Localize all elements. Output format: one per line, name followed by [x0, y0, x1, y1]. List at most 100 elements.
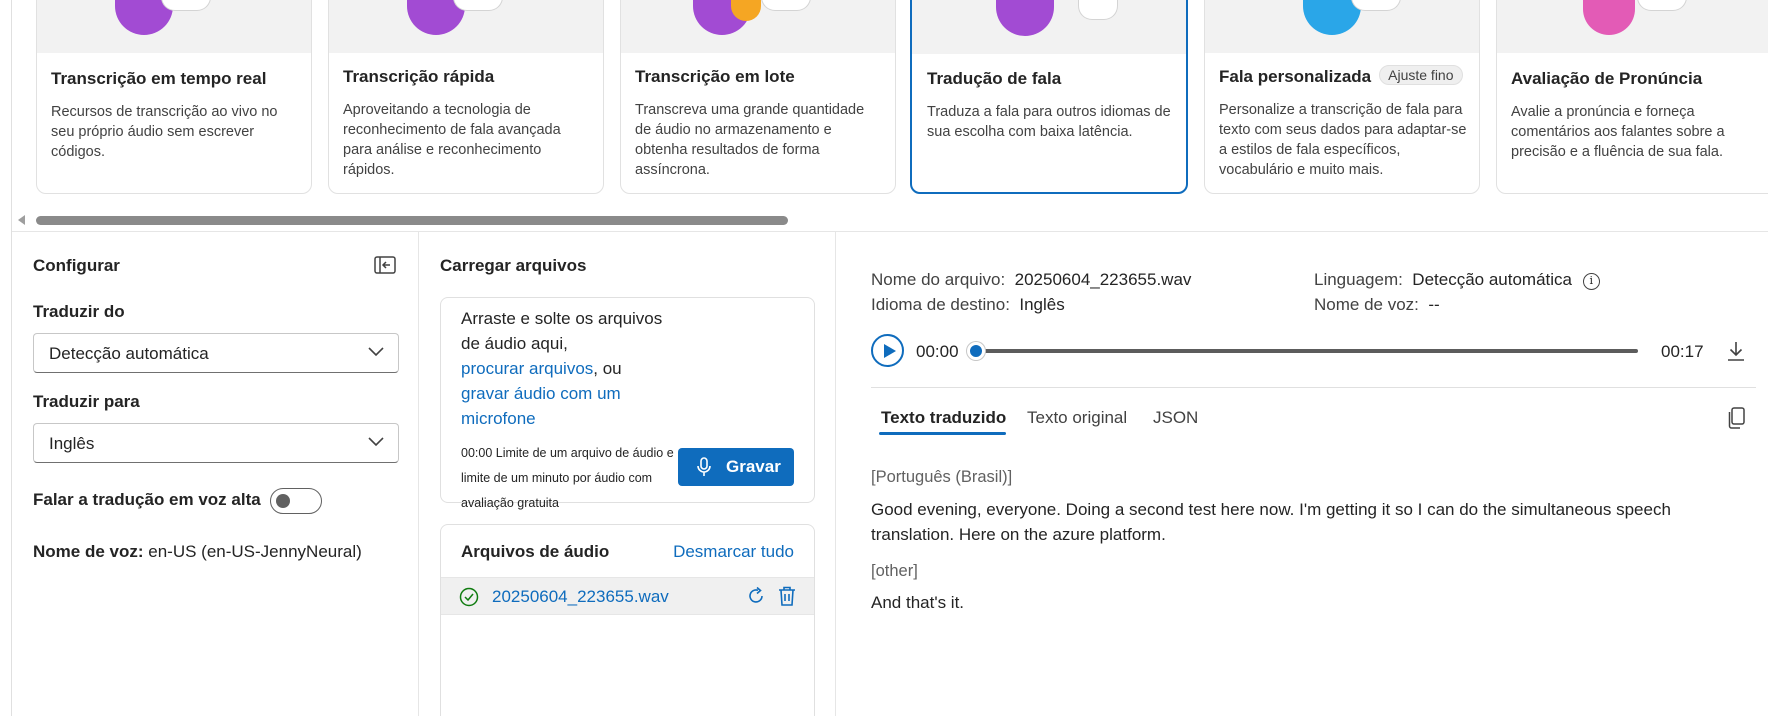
tab-original-text[interactable]: Texto original [1027, 408, 1127, 428]
delete-icon[interactable] [777, 585, 797, 607]
segment-language: [Português (Brasil)] [871, 468, 1013, 486]
pronunciation-art-icon [1583, 0, 1635, 35]
speech-bubble-icon [1637, 0, 1687, 11]
active-tab-indicator [879, 432, 1006, 435]
card-fast-transcription[interactable]: Transcrição rápida Aproveitando a tecnol… [328, 0, 604, 194]
speech-bubble-icon [161, 0, 211, 11]
card-title: Fala personalizada Ajuste fino [1219, 65, 1463, 87]
waveform-art-icon [1303, 0, 1361, 35]
drop-instructions: Arraste e solte os arquivos de áudio aqu… [461, 309, 663, 353]
speech-bubble-icon [453, 0, 503, 11]
card-description: Aproveitando a tecnologia de reconhecime… [343, 102, 561, 178]
scrollbar-thumb[interactable] [36, 216, 788, 225]
card-title: Tradução de fala [927, 69, 1062, 88]
card-title-text: Fala personalizada [1219, 67, 1372, 86]
translate-from-dropdown[interactable]: Detecção automática [33, 333, 399, 373]
fine-tune-badge: Ajuste fino [1379, 65, 1463, 85]
card-description: Avalie a pronúncia e forneça comentários… [1511, 104, 1725, 160]
record-audio-link[interactable]: gravar áudio com um microfone [461, 384, 621, 428]
card-thumbnail [621, 0, 895, 53]
playback-track[interactable] [974, 349, 1638, 353]
target-language-value: Inglês [1019, 295, 1065, 314]
audio-drop-zone[interactable]: Arraste e solte os arquivos de áudio aqu… [440, 297, 815, 510]
card-custom-speech[interactable]: Fala personalizada Ajuste fino Personaliz… [1204, 0, 1480, 194]
segment-language: [other] [871, 562, 918, 580]
download-icon[interactable] [1727, 341, 1745, 361]
panel-divider [418, 231, 419, 716]
section-divider [12, 231, 1768, 232]
result-target-language: Idioma de destino: Inglês [871, 295, 1065, 315]
voice-name-value: -- [1428, 295, 1440, 314]
speech-bubble-icon [1351, 0, 1401, 11]
collapse-panel-icon[interactable] [374, 256, 396, 274]
config-panel-title: Configurar [33, 256, 120, 275]
card-thumbnail [37, 0, 311, 53]
result-file-name: Nome do arquivo: 20250604_223655.wav [871, 270, 1191, 290]
toggle-knob [276, 494, 290, 508]
card-thumbnail [912, 0, 1186, 54]
card-description: Recursos de transcrição ao vivo no seu p… [51, 104, 278, 160]
audio-files-title: Arquivos de áudio [461, 542, 610, 561]
card-realtime-transcription[interactable]: Transcrição em tempo real Recursos de tr… [36, 0, 312, 194]
segment-text: Good evening, everyone. Doing a second t… [871, 500, 1671, 544]
audio-player: 00:00 00:17 [871, 334, 1744, 370]
segment-text: And that's it. [871, 593, 965, 612]
play-icon [884, 344, 896, 358]
unselect-all-link[interactable]: Desmarcar tudo [673, 542, 794, 562]
config-voice-name: Nome de voz: en-US (en-US-JennyNeural) [33, 542, 362, 562]
file-name-label: Nome do arquivo: [871, 270, 1006, 289]
card-thumbnail [329, 0, 603, 53]
card-thumbnail [1497, 0, 1768, 53]
card-description: Personalize a transcrição de fala para t… [1219, 102, 1467, 178]
file-name-value: 20250604_223655.wav [1014, 270, 1192, 289]
record-button[interactable]: Gravar [678, 448, 794, 486]
browse-files-link[interactable]: procurar arquivos [461, 359, 593, 378]
panel-divider [835, 231, 836, 716]
total-time: 00:17 [1661, 342, 1704, 361]
result-language: Linguagem: Detecção automática i [1314, 270, 1600, 290]
card-batch-transcription[interactable]: Transcrição em lote Transcreva uma grand… [620, 0, 896, 194]
left-edge-strip [0, 0, 12, 716]
translate-from-label: Traduzir do [33, 302, 125, 321]
card-speech-translation[interactable]: Tradução de fala Traduza a fala para out… [910, 0, 1188, 194]
tab-translated-text[interactable]: Texto traduzido [881, 408, 1006, 428]
speech-bubble-icon [761, 0, 811, 11]
chevron-down-icon [368, 347, 384, 357]
card-title: Avaliação de Pronúncia [1511, 69, 1703, 88]
scroll-left-arrow-icon[interactable] [18, 215, 25, 225]
microphone-icon [697, 457, 711, 476]
translate-to-value: Inglês [49, 434, 95, 453]
speak-translation-toggle[interactable] [270, 488, 322, 514]
tab-json[interactable]: JSON [1153, 408, 1198, 428]
language-label: Linguagem: [1314, 270, 1403, 289]
translate-from-value: Detecção automática [49, 344, 209, 363]
voice-name-label: Nome de voz: [1314, 295, 1419, 314]
language-value: Detecção automática [1412, 270, 1572, 289]
free-tier-limit-note: 00:00 Limite de um arquivo de áudio e li… [461, 446, 674, 510]
card-title: Transcrição em lote [635, 67, 795, 86]
playback-scrubber[interactable] [967, 342, 985, 360]
audio-file-row[interactable]: 20250604_223655.wav [441, 577, 814, 615]
audio-files-list: Arquivos de áudio Desmarcar tudo 2025060… [440, 524, 815, 716]
player-separator [871, 387, 1756, 388]
play-button[interactable] [871, 334, 904, 367]
copy-icon[interactable] [1728, 407, 1746, 429]
drop-zone-text: Arraste e solte os arquivos de áudio aqu… [461, 306, 681, 431]
card-pronunciation-assessment[interactable]: Avaliação de Pronúncia Avalie a pronúnci… [1496, 0, 1768, 194]
waveform-art-icon [996, 0, 1054, 36]
info-icon[interactable]: i [1582, 273, 1600, 290]
upload-panel-title: Carregar arquivos [440, 256, 587, 275]
chevron-down-icon [368, 437, 384, 447]
card-description: Traduza a fala para outros idiomas de su… [927, 104, 1171, 140]
card-title: Transcrição em tempo real [51, 69, 267, 88]
audio-file-name[interactable]: 20250604_223655.wav [492, 587, 669, 607]
cards-horizontal-scrollbar[interactable] [14, 214, 1768, 226]
voice-name-label: Nome de voz: [33, 542, 144, 561]
voice-name-value: en-US (en-US-JennyNeural) [148, 542, 362, 561]
speak-translation-label: Falar a tradução em voz alta [33, 490, 261, 509]
feature-cards-row: Transcrição em tempo real Recursos de tr… [36, 0, 1768, 196]
translate-to-dropdown[interactable]: Inglês [33, 423, 399, 463]
translate-bubble-icon [1078, 0, 1118, 20]
retry-icon[interactable] [746, 586, 766, 606]
card-thumbnail [1205, 0, 1479, 53]
